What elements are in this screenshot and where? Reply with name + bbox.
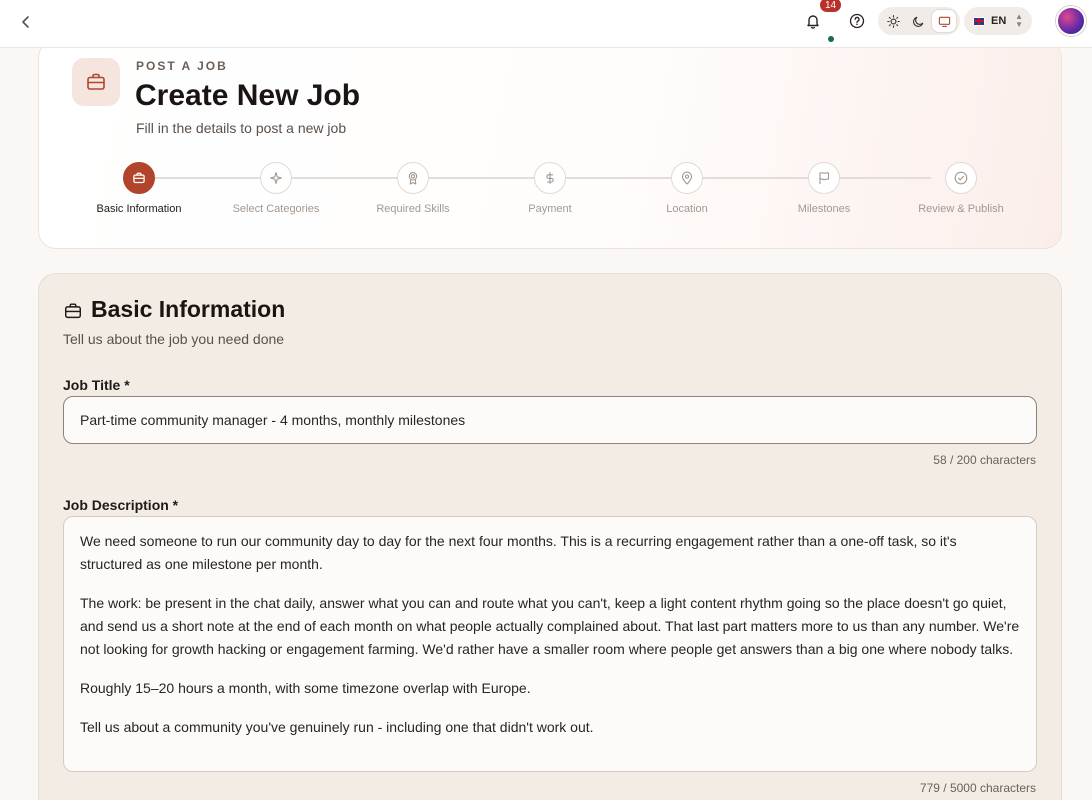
bell-icon <box>807 15 819 29</box>
step-circle <box>123 162 155 194</box>
language-code: EN <box>991 15 1007 27</box>
basic-information-form: Basic Information Tell us about the job … <box>38 273 1062 800</box>
flag-icon <box>819 172 830 184</box>
step-milestones[interactable]: Milestones <box>759 162 889 215</box>
sun-icon <box>887 14 900 28</box>
job-description-textarea[interactable]: We need someone to run our community day… <box>63 516 1037 772</box>
step-location[interactable]: Location <box>622 162 752 215</box>
job-title-char-counter: 58 / 200 characters <box>933 453 1036 467</box>
job-description-label: Job Description * <box>63 497 179 513</box>
theme-switcher <box>878 7 960 35</box>
section-subtitle: Tell us about the job you need done <box>63 331 285 347</box>
description-paragraph: We need someone to run our community day… <box>80 533 957 572</box>
description-paragraph: Roughly 15–20 hours a month, with some t… <box>80 680 531 696</box>
uk-flag-icon <box>973 16 985 26</box>
theme-system-button[interactable] <box>932 10 957 32</box>
job-description-char-counter: 779 / 5000 characters <box>919 781 1036 795</box>
step-label: Milestones <box>797 203 851 215</box>
chevron-left-icon <box>22 16 29 28</box>
step-label: Required Skills <box>376 203 450 215</box>
moon-icon <box>913 16 924 27</box>
language-selector[interactable]: EN ▲ ▼ <box>964 7 1032 35</box>
briefcase-icon <box>133 172 145 184</box>
job-title-label: Job Title * <box>63 377 130 393</box>
check-circle-icon <box>954 171 968 185</box>
briefcase-icon <box>87 73 105 90</box>
page-header-card: POST A JOB Create New Job Fill in the de… <box>38 40 1062 249</box>
step-label: Payment <box>528 203 572 215</box>
step-basic-information[interactable]: Basic Information <box>74 162 204 215</box>
user-avatar[interactable] <box>1056 6 1086 36</box>
theme-light-button[interactable] <box>882 10 906 32</box>
notifications-button[interactable] <box>802 10 824 32</box>
page-eyebrow: POST A JOB <box>136 59 228 73</box>
step-select-categories[interactable]: Select Categories <box>211 162 341 215</box>
back-button[interactable] <box>16 12 36 32</box>
theme-dark-button[interactable] <box>907 10 931 32</box>
monitor-icon <box>938 16 950 27</box>
header-icon-tile <box>72 58 120 106</box>
section-title: Basic Information <box>91 296 286 322</box>
step-label: Basic Information <box>96 203 182 215</box>
step-circle <box>397 162 429 194</box>
online-status-dot <box>828 36 834 42</box>
chevron-updown-icon: ▲ ▼ <box>1015 12 1023 29</box>
step-required-skills[interactable]: Required Skills <box>348 162 478 215</box>
dollar-icon <box>546 172 554 184</box>
step-circle <box>945 162 977 194</box>
top-bar: 14 EN ▲ ▼ <box>0 0 1092 48</box>
step-label: Review & Publish <box>918 203 1004 215</box>
briefcase-icon <box>65 303 81 319</box>
page-subtitle: Fill in the details to post a new job <box>136 120 347 136</box>
step-circle <box>534 162 566 194</box>
step-label: Location <box>666 203 708 215</box>
notifications-count-badge: 14 <box>818 0 844 14</box>
award-icon <box>408 172 418 185</box>
progress-stepper: Basic Information Select Categories Requ… <box>39 162 1061 222</box>
job-title-input[interactable]: Part-time community manager - 4 months, … <box>63 396 1037 444</box>
sparkles-icon <box>269 171 283 185</box>
step-review-publish[interactable]: Review & Publish <box>896 162 1026 215</box>
step-circle <box>671 162 703 194</box>
step-label: Select Categories <box>232 203 320 215</box>
page-title: Create New Job <box>135 79 361 112</box>
step-circle <box>260 162 292 194</box>
description-paragraph: The work: be present in the chat daily, … <box>80 595 1020 657</box>
step-payment[interactable]: Payment <box>485 162 615 215</box>
description-paragraph: Tell us about a community you've genuine… <box>80 719 594 735</box>
help-circle-icon <box>849 13 865 29</box>
step-circle <box>808 162 840 194</box>
help-button[interactable] <box>846 10 868 32</box>
map-pin-icon <box>681 171 693 185</box>
